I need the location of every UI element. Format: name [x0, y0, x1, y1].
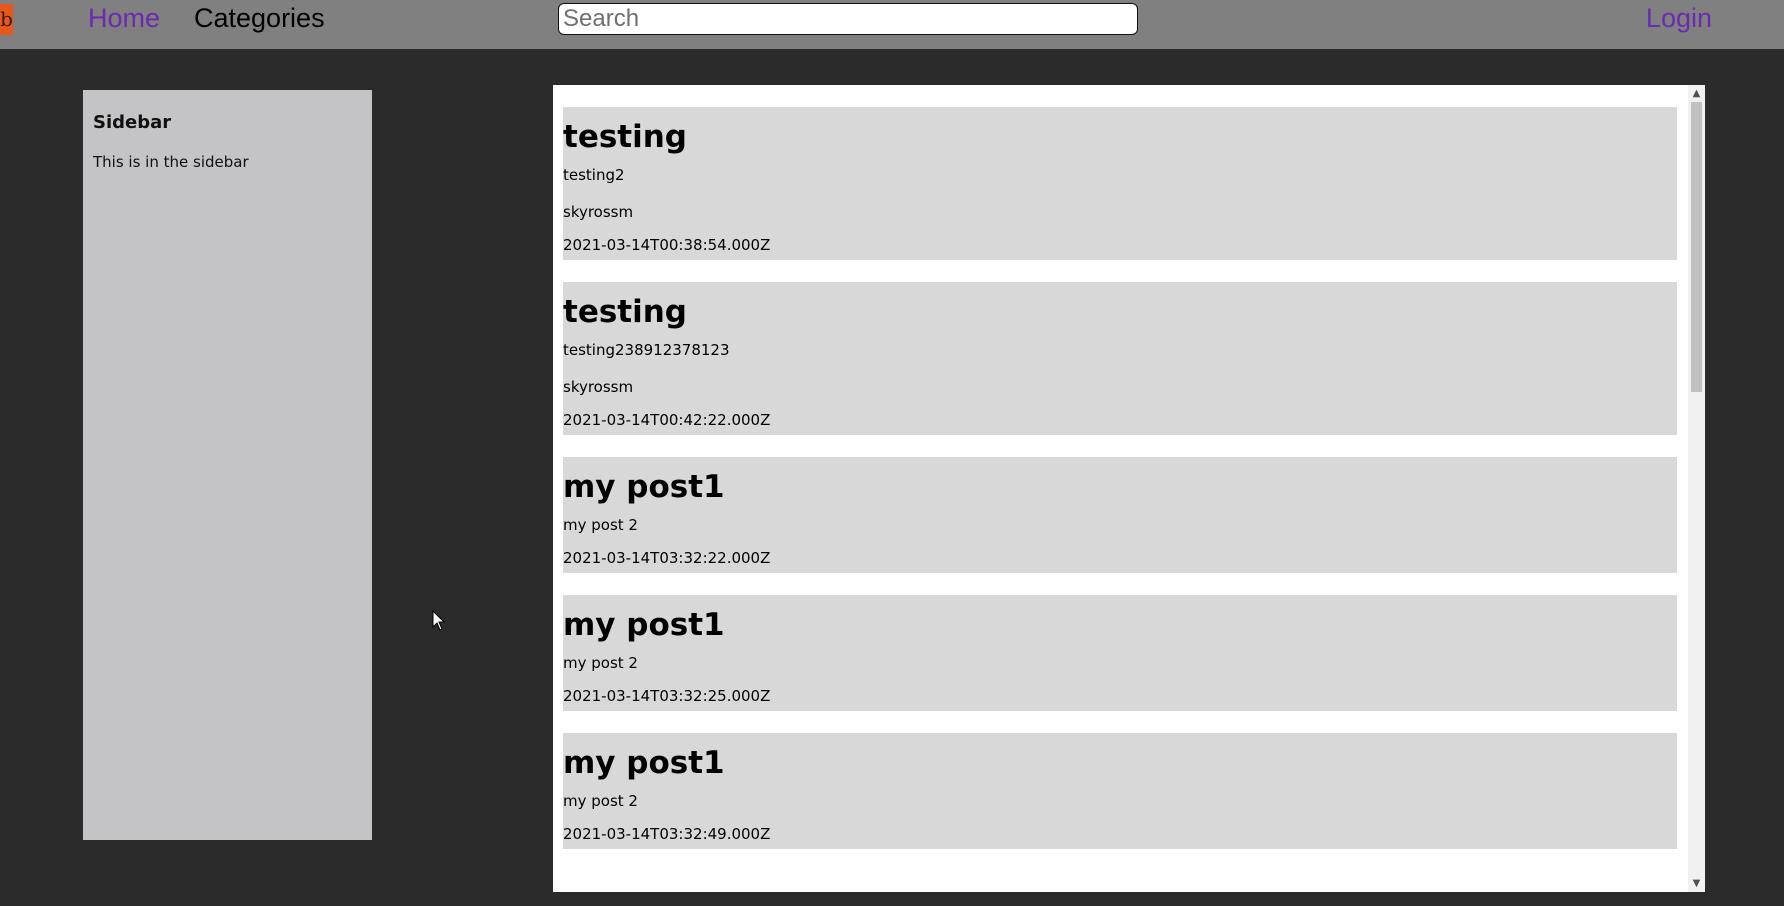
post-author: skyrossm	[563, 378, 634, 396]
post-card[interactable]: testing testing2 skyrossm 2021-03-14T00:…	[563, 107, 1677, 260]
post-list: testing testing2 skyrossm 2021-03-14T00:…	[563, 107, 1677, 871]
post-date: 2021-03-14T03:32:22.000Z	[563, 549, 771, 567]
post-title[interactable]: my post1	[563, 595, 1677, 645]
sidebar: Sidebar This is in the sidebar	[83, 90, 372, 840]
post-body: my post 2	[563, 654, 638, 672]
post-body: my post 2	[563, 516, 638, 534]
chevron-up-icon[interactable]: ▲	[1688, 85, 1705, 102]
mouse-pointer-icon	[432, 610, 446, 631]
vertical-scrollbar[interactable]: ▲ ▼	[1688, 85, 1705, 892]
post-card[interactable]: my post1 my post 2 2021-03-14T03:32:25.0…	[563, 595, 1677, 711]
post-card[interactable]: testing testing238912378123 skyrossm 202…	[563, 282, 1677, 435]
top-navbar: b Home Categories Login	[0, 0, 1784, 49]
post-feed[interactable]: testing testing2 skyrossm 2021-03-14T00:…	[553, 85, 1705, 892]
post-body: testing2	[563, 166, 625, 184]
post-title[interactable]: testing	[563, 282, 1677, 332]
nav-login-link[interactable]: Login	[1646, 0, 1712, 36]
post-title[interactable]: my post1	[563, 457, 1677, 507]
site-logo[interactable]: b	[0, 4, 13, 35]
search-input[interactable]	[558, 3, 1138, 35]
post-body: testing238912378123	[563, 341, 730, 359]
post-card[interactable]: my post1 my post 2 2021-03-14T03:32:49.0…	[563, 733, 1677, 849]
scrollbar-thumb[interactable]	[1691, 102, 1702, 392]
nav-categories-link[interactable]: Categories	[194, 0, 325, 36]
post-author: skyrossm	[563, 203, 634, 221]
post-date: 2021-03-14T03:32:49.000Z	[563, 825, 771, 843]
post-title[interactable]: my post1	[563, 733, 1677, 783]
sidebar-title: Sidebar	[93, 112, 172, 133]
post-card[interactable]: my post1 my post 2 2021-03-14T03:32:22.0…	[563, 457, 1677, 573]
chevron-down-icon[interactable]: ▼	[1688, 875, 1705, 892]
post-title[interactable]: testing	[563, 107, 1677, 157]
post-body: my post 2	[563, 792, 638, 810]
post-date: 2021-03-14T00:38:54.000Z	[563, 236, 771, 254]
sidebar-text: This is in the sidebar	[93, 153, 249, 171]
post-date: 2021-03-14T00:42:22.000Z	[563, 411, 771, 429]
post-date: 2021-03-14T03:32:25.000Z	[563, 687, 771, 705]
nav-home-link[interactable]: Home	[88, 0, 160, 36]
